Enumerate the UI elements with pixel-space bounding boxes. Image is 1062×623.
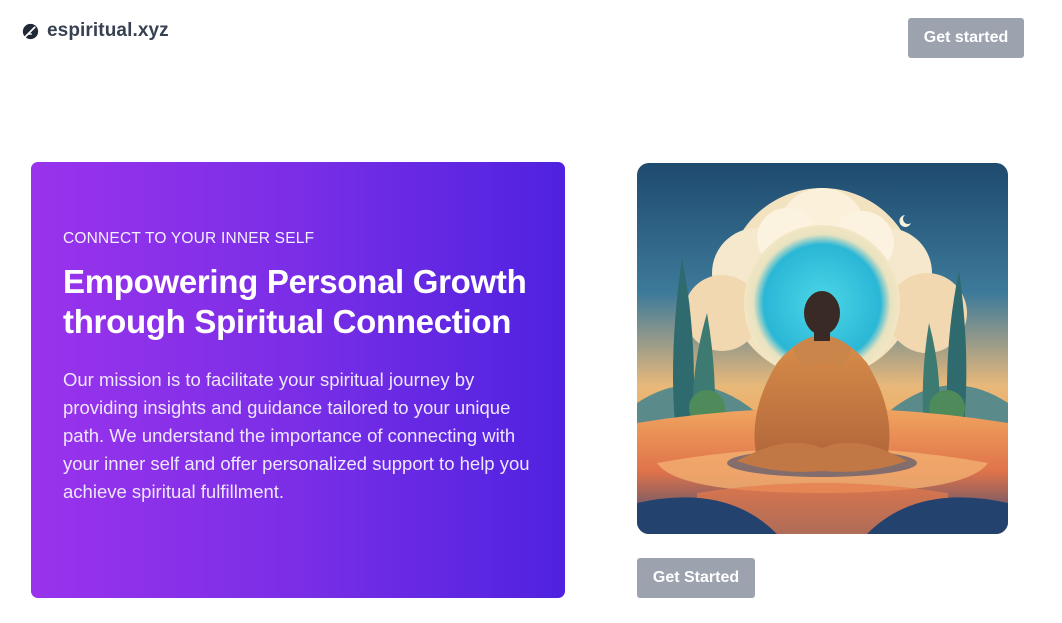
get-started-cta-button[interactable]: Get Started	[637, 558, 755, 598]
brand-logo[interactable]: espiritual.xyz	[22, 20, 169, 42]
meditating-person-illustration	[637, 163, 1008, 534]
feather-logo-icon	[22, 23, 39, 39]
top-navigation-bar: espiritual.xyz Get started	[0, 0, 1062, 80]
brand-name: espiritual.xyz	[47, 20, 169, 41]
hero-description: Our mission is to facilitate your spirit…	[63, 369, 530, 502]
hero-card: CONNECT TO YOUR INNER SELF Empowering Pe…	[31, 162, 565, 598]
get-started-button[interactable]: Get started	[908, 18, 1024, 58]
meditation-illustration	[637, 163, 1008, 534]
hero-eyebrow: CONNECT TO YOUR INNER SELF	[63, 230, 315, 247]
hero-headline: Empowering Personal Growth through Spiri…	[63, 263, 527, 340]
